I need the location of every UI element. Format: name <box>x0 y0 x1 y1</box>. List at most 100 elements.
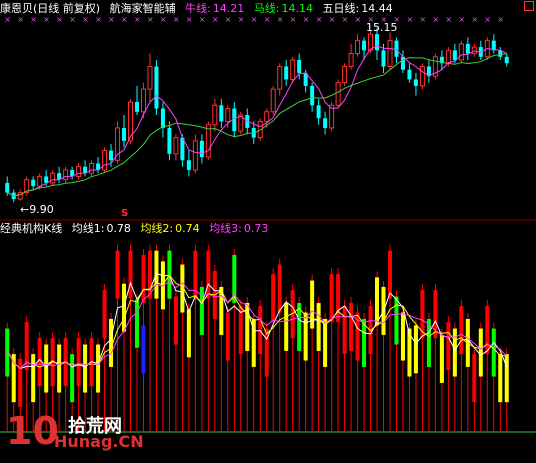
candle-body <box>225 108 231 122</box>
candle-body <box>37 175 43 187</box>
indicator-bar <box>478 328 483 377</box>
indicator-bar <box>238 306 243 355</box>
indicator-bar <box>141 254 146 303</box>
indicator-bar <box>452 328 457 377</box>
indicator-line-1 <box>6 272 508 370</box>
x-marker: × <box>277 15 284 24</box>
l3-value: 0.73 <box>243 222 269 235</box>
candle-body <box>219 105 224 122</box>
candle-body <box>264 111 270 122</box>
x-marker: × <box>121 15 128 24</box>
indicator-bar <box>57 344 62 393</box>
x-marker: × <box>238 15 245 24</box>
corner-square-icon[interactable] <box>524 1 534 11</box>
candle-body <box>362 40 367 51</box>
watermark-logo: 10 <box>6 409 59 453</box>
x-marker: × <box>445 15 452 24</box>
candle-body <box>504 56 509 64</box>
indicator-bar <box>122 283 127 332</box>
ma1-value: 14.21 <box>212 2 245 15</box>
x-marker: × <box>432 15 439 24</box>
x-marker: × <box>82 15 89 24</box>
indicator-bar <box>336 274 341 323</box>
x-marker: × <box>160 15 167 24</box>
low-price-label: ←9.90 <box>20 203 54 216</box>
candle-body <box>452 50 457 61</box>
indicator-bar <box>186 309 191 358</box>
moving-average-lines <box>6 45 508 197</box>
x-marker: × <box>419 15 426 24</box>
candle-body <box>270 88 276 113</box>
candle-body <box>192 140 198 171</box>
indicator-bar <box>83 344 88 393</box>
x-marker: × <box>134 15 141 24</box>
indicator-bar <box>329 274 334 323</box>
indicator-bar <box>258 306 263 355</box>
watermark-url: Hunag.CN <box>54 432 144 451</box>
indicator-bar <box>31 354 36 403</box>
candle-body <box>458 43 464 61</box>
stock-name: 康恩贝 <box>0 2 33 15</box>
candle-body <box>122 127 127 141</box>
indicator-bar <box>485 306 490 355</box>
candle-body <box>154 66 159 109</box>
indicator-bar <box>446 322 451 371</box>
x-marker: × <box>147 15 154 24</box>
ma2-value: 14.14 <box>281 2 314 15</box>
x-marker: × <box>290 15 297 24</box>
ma1-label: 牛线: <box>185 2 211 15</box>
ma3-label: 五日线: <box>322 2 360 15</box>
x-marker: × <box>497 15 504 24</box>
candle-body <box>76 166 82 177</box>
x-marker: × <box>199 15 206 24</box>
candle-body <box>413 79 418 86</box>
x-marker: × <box>342 15 349 24</box>
indicator-bar <box>37 338 42 387</box>
candle-body <box>134 102 139 112</box>
indicator-line-2 <box>6 274 507 370</box>
indicator-bar <box>459 306 464 355</box>
x-marker: × <box>17 15 24 24</box>
candle-body <box>102 150 108 171</box>
ma2-label: 马线: <box>253 2 280 15</box>
indicator-bar <box>400 312 405 361</box>
candle-body <box>277 66 283 90</box>
indicator-bar <box>284 302 289 351</box>
l2-value: 0.74 <box>175 222 200 235</box>
candle-body <box>31 179 36 187</box>
candlestick-series <box>5 27 509 203</box>
candle-body <box>491 40 496 51</box>
candle-body <box>205 124 211 158</box>
indicator-bar <box>349 302 354 351</box>
indicator-bar <box>342 306 347 355</box>
x-marker: × <box>108 15 115 24</box>
candle-body <box>375 34 380 51</box>
indicator-bar <box>375 277 380 326</box>
candle-body <box>355 40 361 55</box>
period-label: (日线 前复权) <box>33 2 101 15</box>
indicator-title: 经典机构K线 <box>0 222 63 235</box>
x-marker: × <box>316 15 323 24</box>
x-marker: × <box>186 15 193 24</box>
candle-body <box>381 50 386 67</box>
candle-body <box>297 60 302 73</box>
x-marker: × <box>458 15 465 24</box>
indicator-bar <box>70 354 75 403</box>
indicator-bar <box>491 328 496 377</box>
candle-body <box>407 69 412 80</box>
indicator-bar <box>134 299 139 348</box>
indicator-bar <box>96 344 101 393</box>
site-watermark: 10 拾荒网 Hunag.CN <box>6 408 156 460</box>
indicator-name: 航海家智能辅 <box>109 2 176 15</box>
x-marker: × <box>56 15 63 24</box>
indicator-bar <box>102 290 107 339</box>
x-marker: × <box>4 15 11 24</box>
x-marker: × <box>173 15 180 24</box>
indicator-bar <box>472 354 477 403</box>
candle-body <box>212 104 218 126</box>
candle-body <box>63 169 69 181</box>
x-marker: × <box>264 15 271 24</box>
indicator-bar <box>504 354 509 403</box>
indicator-bar <box>310 280 315 329</box>
indicator-panel <box>0 244 536 433</box>
